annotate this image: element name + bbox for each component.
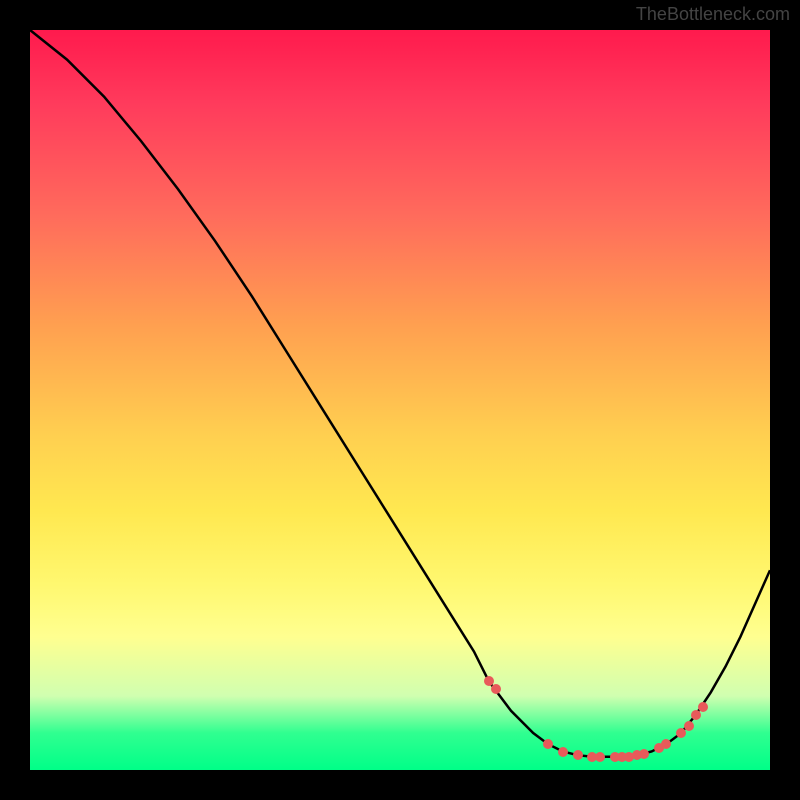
data-marker (661, 739, 671, 749)
data-marker (573, 750, 583, 760)
data-marker (558, 747, 568, 757)
data-marker (698, 702, 708, 712)
data-marker (639, 749, 649, 759)
data-marker (543, 739, 553, 749)
data-marker (595, 752, 605, 762)
data-marker (491, 684, 501, 694)
watermark-text: TheBottleneck.com (636, 4, 790, 25)
curve-svg (30, 30, 770, 770)
bottleneck-curve (30, 30, 770, 757)
plot-area (30, 30, 770, 770)
data-marker (684, 721, 694, 731)
